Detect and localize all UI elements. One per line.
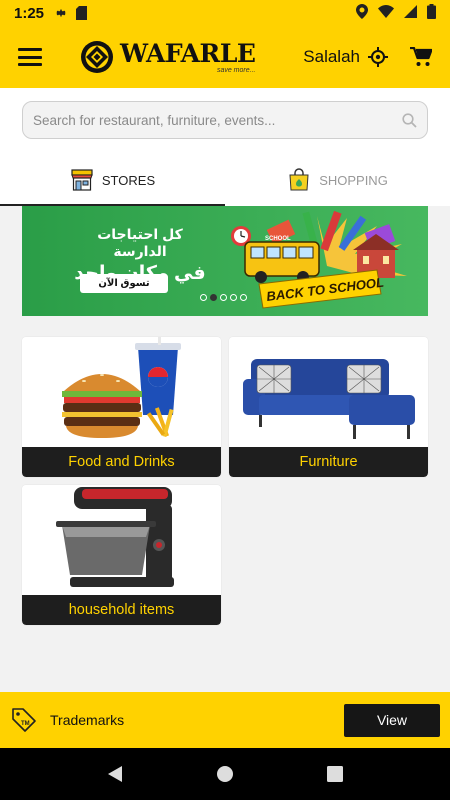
search-input[interactable] [33, 112, 402, 128]
view-trademarks-button[interactable]: View [344, 703, 440, 737]
category-furniture[interactable]: Furniture [229, 337, 428, 477]
wafarle-logo[interactable]: WAFARLE save more... [80, 38, 256, 74]
logo-word: WAFARLE [120, 38, 256, 68]
shop-now-button[interactable]: تسوق الآن [80, 274, 168, 293]
tab-stores[interactable]: STORES [0, 154, 225, 206]
search-icon[interactable] [402, 112, 417, 128]
store-icon [71, 169, 93, 191]
carousel-dot[interactable] [200, 294, 207, 301]
shopping-bag-icon [289, 168, 309, 191]
system-navigation-bar [0, 748, 450, 800]
category-food-and-drinks[interactable]: Food and Drinks [22, 337, 221, 477]
status-right [356, 3, 436, 23]
menu-button[interactable] [18, 48, 42, 66]
sd-card-icon [76, 6, 88, 20]
blue-sofa-image [229, 337, 428, 445]
carousel-dot[interactable] [230, 294, 237, 301]
carousel-dot-active[interactable] [210, 294, 217, 301]
menu-line [18, 63, 42, 66]
menu-line [18, 48, 42, 51]
wifi-icon [378, 4, 394, 22]
back-icon[interactable] [95, 754, 135, 794]
svg-text:TM: TM [21, 721, 30, 727]
status-time: 1:25 [14, 4, 45, 22]
search-section [0, 88, 450, 154]
promo-banner[interactable]: كل احتياجات الدارسة في مكان واحد تسوق ال… [22, 206, 428, 316]
carousel-dot[interactable] [220, 294, 227, 301]
category-label: household items [22, 595, 221, 625]
battery-icon [427, 3, 436, 23]
recents-icon[interactable] [315, 754, 355, 794]
category-label: Food and Drinks [22, 447, 221, 477]
tab-bar: STORES SHOPPING [0, 154, 450, 206]
trademarks-bar: TM Trademarks View [0, 692, 450, 748]
burger-and-soda-image [22, 337, 221, 445]
bus-text: SCHOOL [265, 236, 291, 242]
settings-icon [54, 6, 68, 20]
tab-shopping-label: SHOPPING [319, 172, 388, 188]
app-bar: WAFARLE save more... Salalah [0, 26, 450, 88]
menu-line [18, 55, 42, 59]
banner-headline: كل احتياجات الدارسة [97, 226, 183, 259]
trademarks-label: Trademarks [50, 712, 125, 728]
location-name: Salalah [303, 47, 360, 66]
carousel-indicators [200, 294, 247, 301]
tab-stores-label: STORES [101, 172, 156, 188]
signal-icon [404, 4, 417, 22]
status-bar: 1:25 [0, 0, 450, 26]
location-selector[interactable]: Salalah [303, 47, 388, 67]
trademark-tag-icon: TM [12, 708, 36, 732]
tab-shopping[interactable]: SHOPPING [225, 154, 450, 206]
crosshair-icon [368, 47, 388, 67]
logo-mark-icon [81, 41, 113, 73]
category-label: Furniture [229, 447, 428, 477]
carousel-dot[interactable] [240, 294, 247, 301]
category-household-items[interactable]: household items [22, 485, 221, 625]
logo-text: WAFARLE save more... [120, 38, 256, 74]
search-box[interactable] [22, 101, 428, 139]
logo-tagline: save more... [216, 66, 256, 74]
cart-icon[interactable] [410, 47, 432, 67]
stand-mixer-image [22, 485, 221, 593]
location-pin-icon [356, 3, 368, 23]
home-icon[interactable] [205, 754, 245, 794]
